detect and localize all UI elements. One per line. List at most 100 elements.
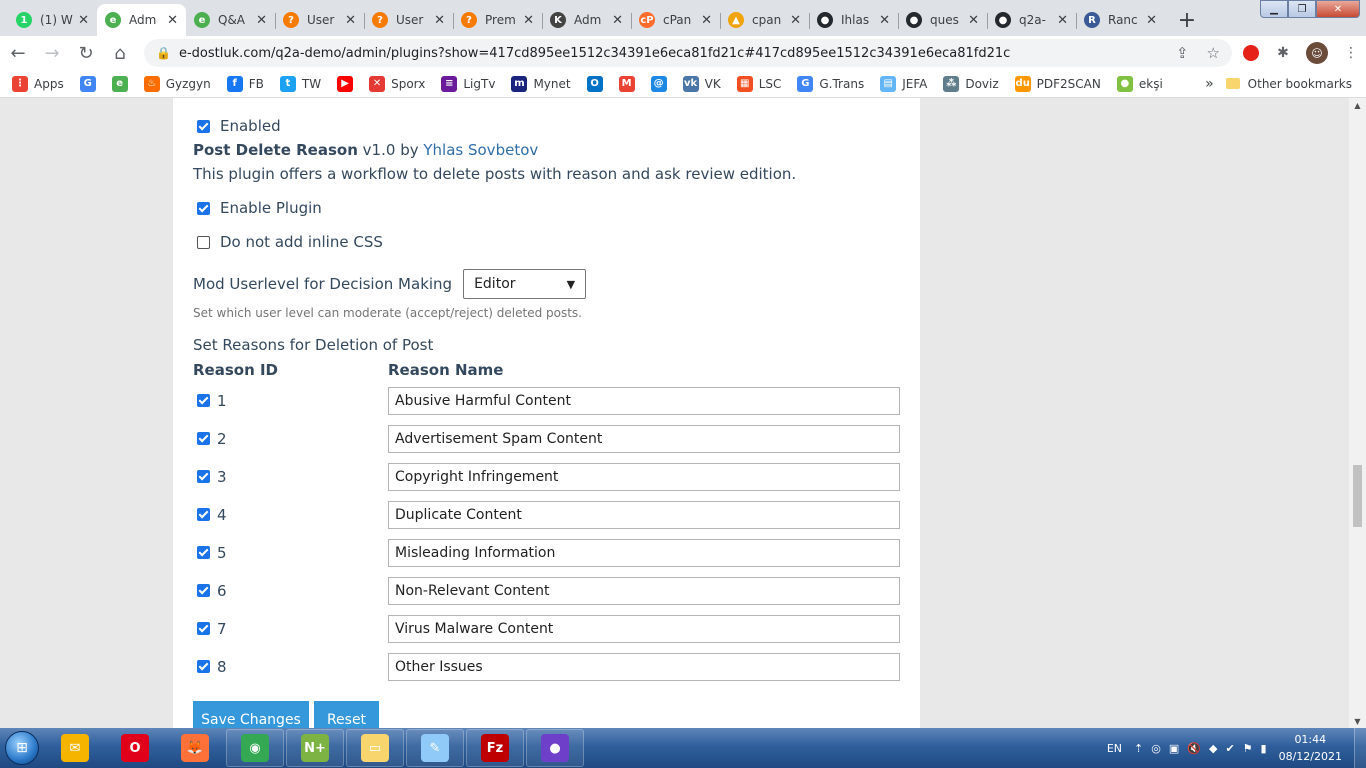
reason-checkbox[interactable] [197,432,210,445]
reason-name-input[interactable]: Abusive Harmful Content [388,387,900,415]
bookmarks-overflow-button[interactable]: » [1205,76,1214,92]
reason-name-input[interactable]: Duplicate Content [388,501,900,529]
inline-css-checkbox[interactable] [197,235,210,249]
forward-button[interactable]: → [36,37,68,69]
reason-name-input[interactable]: Copyright Infringement [388,463,900,491]
reason-name-input[interactable]: Other Issues [388,653,900,681]
mod-level-select[interactable]: Editor ▼ [463,269,587,299]
restore-button[interactable]: ❐ [1288,0,1316,18]
close-tab-icon[interactable]: ✕ [612,13,623,28]
bookmark-item[interactable]: ⋮ Apps [12,75,64,92]
adblock-extension-icon[interactable] [1242,44,1260,62]
reason-checkbox[interactable] [197,470,210,483]
profile-avatar[interactable]: ☺ [1306,42,1328,64]
tray-app-icon[interactable]: ◎ [1151,742,1161,755]
bookmark-item[interactable]: ⁂ Doviz [943,75,999,92]
taskbar-app[interactable]: Fz [466,729,524,767]
taskbar-app[interactable]: ✉ [46,729,104,767]
taskbar-app[interactable]: O [106,729,164,767]
action-center-flag-icon[interactable]: ⚑ [1243,742,1253,755]
dropbox-icon[interactable]: ◆ [1209,742,1217,755]
close-tab-icon[interactable]: ✕ [523,13,534,28]
minimize-button[interactable]: ▁ [1260,0,1288,18]
bookmark-item[interactable]: M [618,75,635,92]
reason-checkbox[interactable] [197,546,210,559]
close-tab-icon[interactable]: ✕ [701,13,712,28]
bookmark-item[interactable]: ▦ LSC [736,75,781,92]
close-tab-icon[interactable]: ✕ [1146,13,1157,28]
other-bookmarks-folder[interactable]: Other bookmarks [1225,77,1352,91]
bookmark-item[interactable]: ✕ Sporx [369,75,425,92]
bookmark-item[interactable]: @ [650,75,667,92]
browser-tab[interactable]: e Q&A ✕ [186,4,275,36]
back-button[interactable]: ← [2,37,34,69]
reason-checkbox[interactable] [197,660,210,673]
bookmark-item[interactable]: m Mynet [511,75,571,92]
menu-kebab-icon[interactable]: ⋮ [1342,44,1360,62]
enable-plugin-checkbox[interactable] [197,201,210,215]
reset-button[interactable]: Reset [314,701,379,728]
browser-tab[interactable]: ? User ✕ [275,4,364,36]
bookmark-item[interactable]: du PDF2SCAN [1014,75,1101,92]
scroll-up-arrow-icon[interactable]: ▲ [1349,98,1366,112]
bookmark-item[interactable]: ▶ [337,75,354,92]
close-tab-icon[interactable]: ✕ [345,13,356,28]
bookmark-star-icon[interactable]: ☆ [1207,44,1220,62]
start-button[interactable]: ⊞ [0,728,44,768]
tray-expand-icon[interactable]: ⇡ [1134,742,1143,755]
browser-tab[interactable]: ? Prem ✕ [453,4,542,36]
close-tab-icon[interactable]: ✕ [78,13,89,28]
address-bar[interactable]: 🔒 e-dostluk.com/q2a-demo/admin/plugins?s… [144,39,1232,67]
bookmark-item[interactable]: ♨ Gyzgyn [143,75,211,92]
share-icon[interactable]: ⇪ [1176,44,1189,62]
reason-checkbox[interactable] [197,622,210,635]
taskbar-app[interactable]: ▭ [346,729,404,767]
bookmark-item[interactable]: G G.Trans [797,75,864,92]
reason-name-input[interactable]: Non-Relevant Content [388,577,900,605]
lock-icon[interactable]: 🔒 [156,46,171,60]
reason-checkbox[interactable] [197,584,210,597]
close-tab-icon[interactable]: ✕ [256,13,267,28]
reason-name-input[interactable]: Misleading Information [388,539,900,567]
bookmark-item[interactable]: t TW [279,75,321,92]
browser-tab[interactable]: ● q2a- ✕ [987,4,1076,36]
enabled-checkbox[interactable] [197,119,210,133]
taskbar-app[interactable]: ● [526,729,584,767]
taskbar-app[interactable]: N+ [286,729,344,767]
browser-tab[interactable]: cP cPan ✕ [631,4,720,36]
bookmark-item[interactable]: O [586,75,603,92]
bookmark-item[interactable]: ● ekşi [1116,75,1163,92]
reason-checkbox[interactable] [197,508,210,521]
taskbar-app[interactable]: 🦊 [166,729,224,767]
browser-tab[interactable]: ● Ihlas ✕ [809,4,898,36]
new-tab-button[interactable]: + [1173,6,1201,34]
network-signal-icon[interactable]: ▮ [1261,742,1267,755]
taskbar-app[interactable]: ◉ [226,729,284,767]
browser-tab[interactable]: K Adm ✕ [542,4,631,36]
reason-checkbox[interactable] [197,394,210,407]
plugin-author-link[interactable]: Yhlas Sovbetov [423,141,538,159]
browser-tab[interactable]: R Ranc ✕ [1076,4,1165,36]
show-desktop-button[interactable] [1354,728,1366,768]
extensions-puzzle-icon[interactable]: ✱ [1274,44,1292,62]
browser-tab[interactable]: ▲ cpan ✕ [720,4,809,36]
bookmark-item[interactable]: vk VK [682,75,721,92]
clock[interactable]: 01:44 08/12/2021 [1279,731,1342,765]
tray-security-icon[interactable]: ▣ [1169,742,1179,755]
close-tab-icon[interactable]: ✕ [1057,13,1068,28]
close-tab-icon[interactable]: ✕ [879,13,890,28]
page-scrollbar[interactable]: ▲ ▼ [1349,98,1366,728]
close-tab-icon[interactable]: ✕ [167,13,178,28]
bookmark-item[interactable]: G [79,75,96,92]
reason-name-input[interactable]: Advertisement Spam Content [388,425,900,453]
browser-tab[interactable]: e Adm ✕ [97,4,186,36]
browser-tab[interactable]: ● ques ✕ [898,4,987,36]
bookmark-item[interactable]: e [111,75,128,92]
bookmark-item[interactable]: f FB [226,75,264,92]
browser-tab[interactable]: 1 (1) W ✕ [8,4,97,36]
close-tab-icon[interactable]: ✕ [968,13,979,28]
scroll-down-arrow-icon[interactable]: ▼ [1349,714,1366,728]
save-changes-button[interactable]: Save Changes [193,701,309,728]
taskbar-app[interactable]: ✎ [406,729,464,767]
home-button[interactable]: ⌂ [104,37,136,69]
